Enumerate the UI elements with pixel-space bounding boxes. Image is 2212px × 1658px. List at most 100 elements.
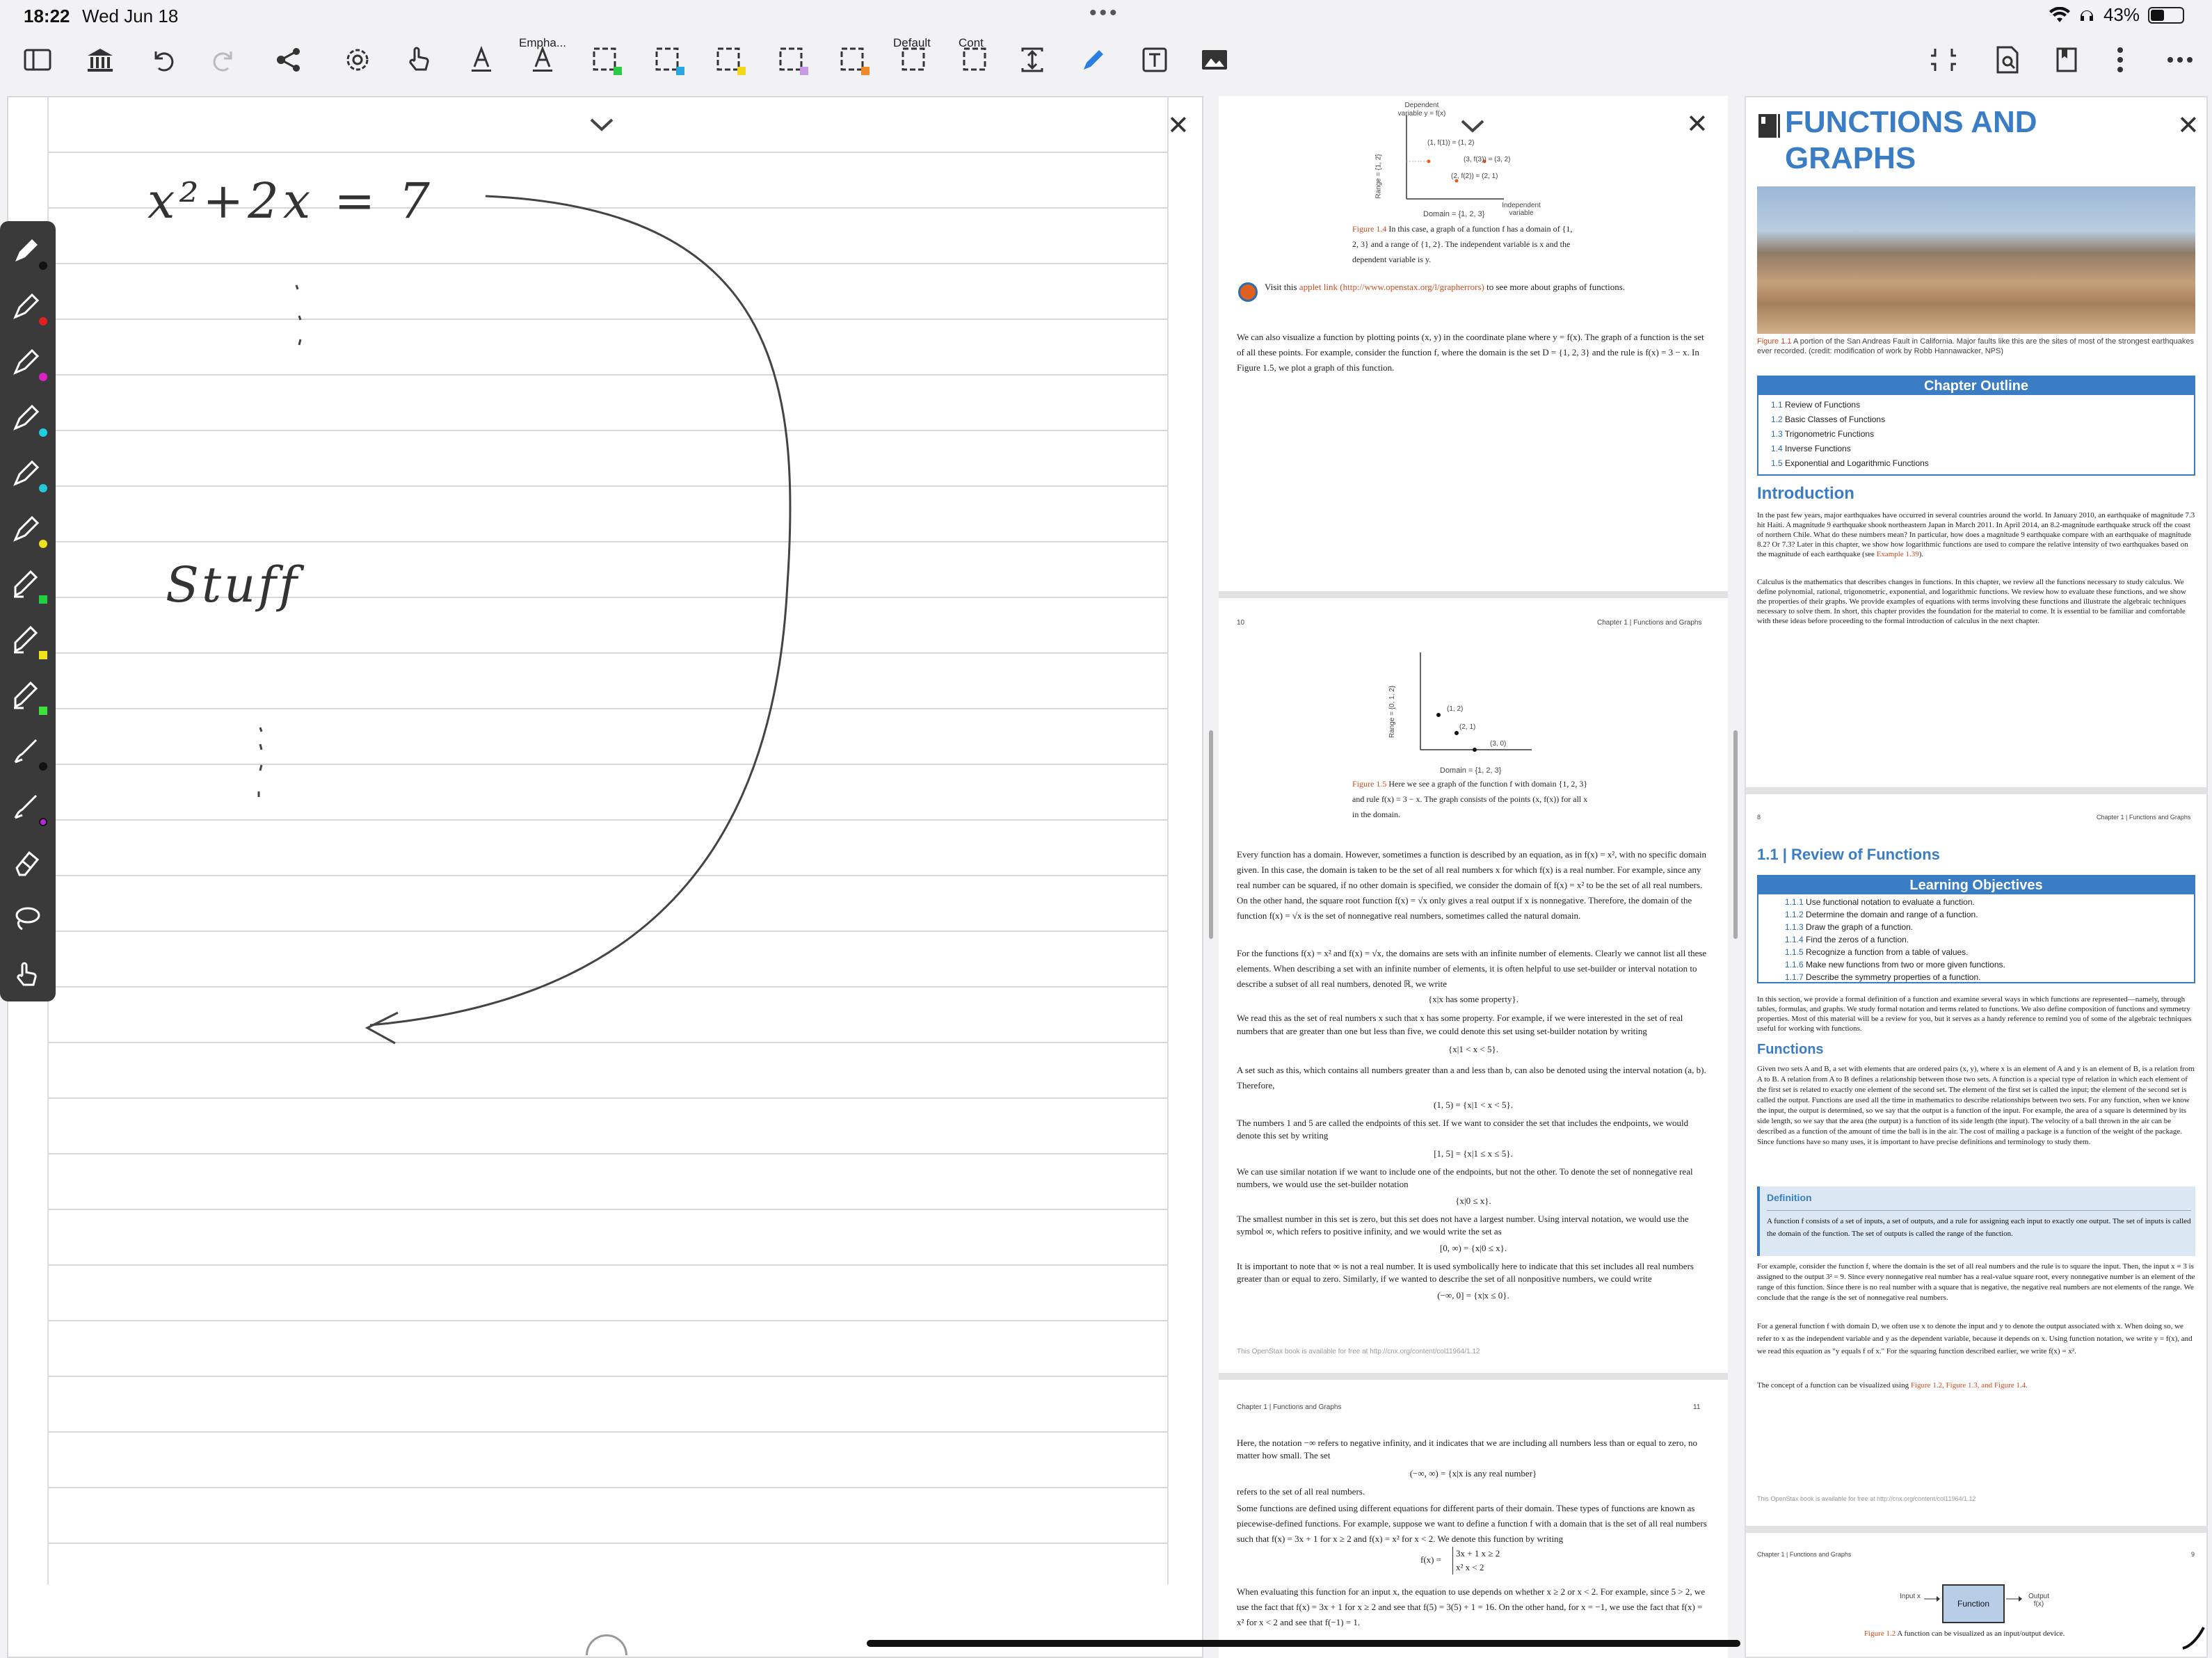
para-smallest: The smallest number in this set is zero,… xyxy=(1237,1214,1689,1237)
fig14-point-2: (2, f(2)) = (2, 1) xyxy=(1451,172,1498,180)
example-para: For example, consider the function f, wh… xyxy=(1757,1262,2195,1302)
area-select-green-icon[interactable] xyxy=(588,43,622,77)
eq-7: (−∞, 0] = {x|x ≤ 0}. xyxy=(1437,1290,1509,1301)
eq-5: {x|0 ≤ x}. xyxy=(1455,1196,1491,1206)
section-intro-para: In this section, we provide a formal def… xyxy=(1757,995,2192,1033)
page-8-number: 8 xyxy=(1757,814,1761,821)
touch-gesture-icon[interactable] xyxy=(11,958,45,992)
brush-pen-black[interactable] xyxy=(11,736,47,771)
list-item[interactable]: 1.1 Review of Functions xyxy=(1771,398,2194,412)
list-item[interactable]: 1.1.5 Recognize a function from a table … xyxy=(1785,946,2194,958)
pen-tool-icon[interactable] xyxy=(1077,43,1110,77)
fig15-domain-label: Domain = {1, 2, 3} xyxy=(1440,766,1502,775)
para-piecewise: Some functions are defined using differe… xyxy=(1237,1503,1707,1544)
highlighter-green[interactable] xyxy=(11,569,47,604)
text-highlight-icon[interactable] xyxy=(465,43,498,77)
toolbar: Empha... Default Cont xyxy=(0,33,2212,122)
applet-text: Visit this applet link (http://www.opens… xyxy=(1265,282,1626,292)
share-nodes-icon[interactable] xyxy=(273,43,306,77)
more-horizontal-icon[interactable] xyxy=(2163,43,2197,77)
fountain-pen-teal[interactable] xyxy=(11,458,47,492)
lasso-icon[interactable] xyxy=(11,903,45,936)
undo-icon[interactable] xyxy=(146,43,179,77)
definition-box: Definition A function f consists of a se… xyxy=(1757,1186,2195,1256)
page-10-number: 10 xyxy=(1237,619,1245,627)
area-select-blue-icon[interactable] xyxy=(651,43,684,77)
list-item[interactable]: 1.1.6 Make new functions from two or mor… xyxy=(1785,958,2194,971)
resize-vertical-icon[interactable] xyxy=(1016,43,1049,77)
pdf-viewer-right[interactable]: ✕ FUNCTIONS AND GRAPHS Figure 1.1 A port… xyxy=(1745,96,2208,1658)
page-11-header: Chapter 1 | Functions and Graphs xyxy=(1237,1403,1342,1411)
fountain-pen-red[interactable] xyxy=(11,291,47,325)
pen-palette xyxy=(0,221,56,1001)
redo-icon[interactable] xyxy=(207,43,241,77)
eq-9-lhs: f(x) = xyxy=(1420,1554,1442,1565)
text-box-icon[interactable] xyxy=(1138,43,1171,77)
status-bar: 18:22 Wed Jun 18 ••• 43% xyxy=(0,0,2212,33)
split-divider-left[interactable] xyxy=(1209,730,1213,939)
collapse-icon[interactable] xyxy=(1927,43,1960,77)
fig11-caption: Figure 1.1 A portion of the San Andreas … xyxy=(1757,337,2194,355)
list-item[interactable]: 1.1.3 Draw the graph of a function. xyxy=(1785,921,2194,933)
fig14-caption: Figure 1.4 In this case, a graph of a fu… xyxy=(1352,224,1573,264)
area-select-orange-icon[interactable] xyxy=(836,43,869,77)
eq-1: {x|x has some property}. xyxy=(1428,994,1518,1004)
page-separator xyxy=(1219,591,1728,598)
list-item[interactable]: 1.4 Inverse Functions xyxy=(1771,442,2194,456)
para-graph-of-function: We can also visualize a function by plot… xyxy=(1237,332,1704,373)
para-domain-1: Every function has a domain. However, so… xyxy=(1237,849,1706,921)
library-icon[interactable] xyxy=(83,43,117,77)
text-emphasis-icon[interactable]: Empha... xyxy=(519,36,566,77)
sidebar-toggle-icon[interactable] xyxy=(21,43,54,77)
add-page-handle[interactable] xyxy=(586,1634,627,1655)
fountain-pen-yellow[interactable] xyxy=(11,513,47,548)
list-item[interactable]: 1.5 Exponential and Logarithmic Function… xyxy=(1771,456,2194,471)
bookmark-book-icon[interactable] xyxy=(2051,43,2084,77)
fig15-point-1: (1, 2) xyxy=(1447,705,1464,713)
fountain-pen-black[interactable] xyxy=(11,235,47,270)
split-divider-right[interactable] xyxy=(1733,730,1738,939)
settings-gear-icon[interactable] xyxy=(341,43,374,77)
eq-4: [1, 5] = {x|1 ≤ x ≤ 5}. xyxy=(1434,1148,1513,1159)
more-vertical-icon[interactable] xyxy=(2103,43,2137,77)
multitask-dots[interactable]: ••• xyxy=(1089,1,1120,25)
fountain-pen-magenta[interactable] xyxy=(11,346,47,381)
pencil-corner-icon[interactable] xyxy=(2180,1623,2208,1651)
close-right-pdf-icon[interactable]: ✕ xyxy=(2177,110,2199,140)
continue-style-icon[interactable]: Cont xyxy=(959,36,992,77)
applet-link[interactable]: applet link (http://www.openstax.org/l/g… xyxy=(1299,282,1484,292)
hand-tool-icon[interactable] xyxy=(402,43,435,77)
brush-pen-purple[interactable] xyxy=(11,791,47,826)
list-item[interactable]: 1.3 Trigonometric Functions xyxy=(1771,427,2194,442)
default-label: Default xyxy=(893,36,931,49)
fountain-pen-cyan[interactable] xyxy=(11,402,47,437)
area-select-purple-icon[interactable] xyxy=(775,43,808,77)
list-item[interactable]: 1.2 Basic Classes of Functions xyxy=(1771,412,2194,427)
learning-objectives-header: Learning Objectives xyxy=(1758,876,2194,894)
para-evaluating: When evaluating this function for an inp… xyxy=(1237,1586,1706,1627)
status-date: Wed Jun 18 xyxy=(82,6,179,26)
default-style-icon[interactable]: Default xyxy=(893,36,931,77)
outline-header: Chapter Outline xyxy=(1758,377,2194,395)
learning-objectives-list: 1.1.1 Use functional notation to evaluat… xyxy=(1758,894,2194,983)
highlighter-lime[interactable] xyxy=(11,680,47,715)
search-document-icon[interactable] xyxy=(1991,43,2024,77)
fig15-caption: Figure 1.5 Here we see a graph of the fu… xyxy=(1352,779,1588,819)
handwritten-strokes xyxy=(257,195,792,1045)
highlighter-yellow[interactable] xyxy=(11,625,47,659)
image-insert-icon[interactable] xyxy=(1198,43,1231,77)
status-right: 43% xyxy=(2049,4,2184,26)
eraser-icon[interactable] xyxy=(11,847,45,880)
area-select-yellow-icon[interactable] xyxy=(712,43,746,77)
para-set-builder: We read this as the set of real numbers … xyxy=(1237,1013,1683,1036)
close-pdf-icon[interactable]: ✕ xyxy=(1686,108,1708,139)
fig15-point-3: (3, 0) xyxy=(1490,740,1507,748)
chapter-title: FUNCTIONS AND GRAPHS xyxy=(1785,105,2037,175)
notes-pane[interactable]: ✕ x²+2x = 7 Stuff xyxy=(7,96,1203,1658)
list-item[interactable]: 1.1.4 Find the zeros of a function. xyxy=(1785,933,2194,946)
pdf-viewer-middle[interactable]: ✕ Dependent variable y = f(x) Range = {1… xyxy=(1219,96,1728,1658)
list-item[interactable]: 1.1.7 Describe the symmetry properties o… xyxy=(1785,971,2194,983)
list-item[interactable]: 1.1.2 Determine the domain and range of … xyxy=(1785,908,2194,921)
horizontal-scrollbar[interactable] xyxy=(867,1640,1740,1647)
list-item[interactable]: 1.1.1 Use functional notation to evaluat… xyxy=(1785,896,2194,908)
